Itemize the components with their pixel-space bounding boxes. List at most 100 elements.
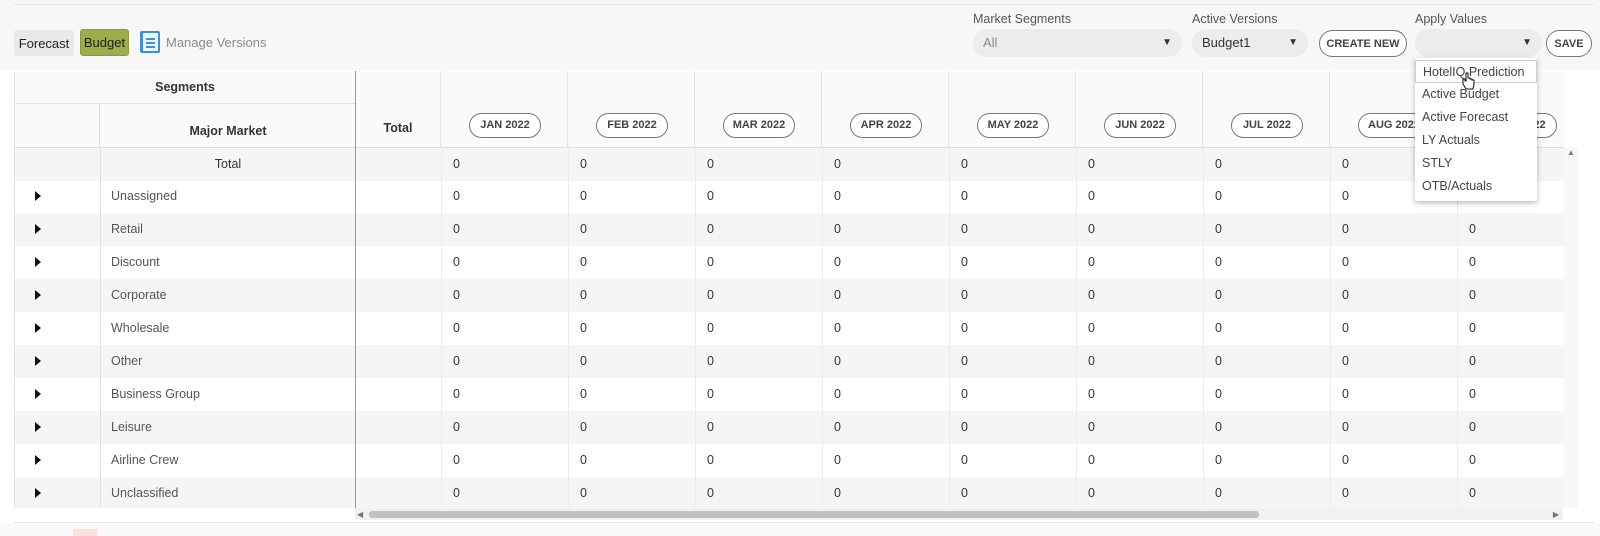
value-cell[interactable]: 0	[1088, 148, 1095, 181]
value-cell[interactable]: 0	[834, 213, 841, 246]
value-cell[interactable]: 0	[1342, 213, 1349, 246]
month-button[interactable]: JUN 2022	[1104, 113, 1176, 138]
value-cell[interactable]: 0	[961, 279, 968, 312]
budget-button[interactable]: Budget	[80, 29, 129, 56]
apply-values-option[interactable]: STLY	[1415, 152, 1537, 175]
value-cell[interactable]: 0	[1215, 246, 1222, 279]
value-cell[interactable]: 0	[707, 279, 714, 312]
create-new-button[interactable]: CREATE NEW	[1319, 30, 1407, 57]
value-cell[interactable]: 0	[834, 477, 841, 508]
value-cell[interactable]: 0	[1215, 180, 1222, 213]
value-cell[interactable]: 0	[1469, 444, 1476, 477]
value-cell[interactable]: 0	[1088, 345, 1095, 378]
value-cell[interactable]: 0	[453, 444, 460, 477]
manage-versions-link[interactable]: Manage Versions	[140, 30, 266, 54]
value-cell[interactable]: 0	[580, 345, 587, 378]
value-cell[interactable]: 0	[453, 180, 460, 213]
value-cell[interactable]: 0	[834, 411, 841, 444]
value-cell[interactable]: 0	[580, 477, 587, 508]
value-cell[interactable]: 0	[580, 246, 587, 279]
value-cell[interactable]: 0	[1342, 180, 1349, 213]
caret-right-icon[interactable]	[35, 356, 41, 366]
value-cell[interactable]: 0	[1088, 180, 1095, 213]
scroll-right-icon[interactable]: ▶	[1553, 510, 1559, 519]
value-cell[interactable]: 0	[961, 148, 968, 181]
value-cell[interactable]: 0	[1215, 477, 1222, 508]
value-cell[interactable]: 0	[1215, 213, 1222, 246]
value-cell[interactable]: 0	[961, 246, 968, 279]
value-cell[interactable]: 0	[961, 411, 968, 444]
value-cell[interactable]: 0	[834, 279, 841, 312]
value-cell[interactable]: 0	[453, 213, 460, 246]
value-cell[interactable]: 0	[1342, 312, 1349, 345]
value-cell[interactable]: 0	[453, 279, 460, 312]
caret-right-icon[interactable]	[35, 323, 41, 333]
value-cell[interactable]: 0	[834, 246, 841, 279]
caret-right-icon[interactable]	[35, 422, 41, 432]
horizontal-scrollbar[interactable]: ◀ ▶	[355, 508, 1563, 520]
value-cell[interactable]: 0	[961, 345, 968, 378]
value-cell[interactable]: 0	[1469, 279, 1476, 312]
value-cell[interactable]: 0	[1342, 345, 1349, 378]
value-cell[interactable]: 0	[707, 246, 714, 279]
value-cell[interactable]: 0	[453, 246, 460, 279]
value-cell[interactable]: 0	[580, 411, 587, 444]
value-cell[interactable]: 0	[1215, 148, 1222, 181]
caret-right-icon[interactable]	[35, 290, 41, 300]
value-cell[interactable]: 0	[1088, 378, 1095, 411]
value-cell[interactable]: 0	[707, 411, 714, 444]
value-cell[interactable]: 0	[580, 213, 587, 246]
apply-values-option[interactable]: HotelIQ Prediction	[1415, 60, 1537, 83]
month-button[interactable]: JUL 2022	[1231, 113, 1303, 138]
scrollbar-thumb[interactable]	[369, 511, 1259, 518]
value-cell[interactable]: 0	[1215, 312, 1222, 345]
month-button[interactable]: MAY 2022	[977, 113, 1049, 138]
value-cell[interactable]: 0	[961, 213, 968, 246]
value-cell[interactable]: 0	[1088, 444, 1095, 477]
value-cell[interactable]: 0	[961, 444, 968, 477]
value-cell[interactable]: 0	[834, 444, 841, 477]
major-market-header[interactable]: Major Market	[101, 104, 355, 148]
apply-values-option[interactable]: LY Actuals	[1415, 129, 1537, 152]
apply-values-select[interactable]: ▼	[1415, 29, 1542, 57]
forecast-button[interactable]: Forecast	[14, 30, 74, 56]
caret-right-icon[interactable]	[35, 224, 41, 234]
value-cell[interactable]: 0	[453, 477, 460, 508]
value-cell[interactable]: 0	[453, 345, 460, 378]
caret-right-icon[interactable]	[35, 257, 41, 267]
scroll-left-icon[interactable]: ◀	[357, 510, 363, 519]
caret-right-icon[interactable]	[35, 488, 41, 498]
value-cell[interactable]: 0	[1469, 312, 1476, 345]
value-cell[interactable]: 0	[580, 312, 587, 345]
value-cell[interactable]: 0	[1342, 411, 1349, 444]
value-cell[interactable]: 0	[1469, 378, 1476, 411]
value-cell[interactable]: 0	[834, 378, 841, 411]
value-cell[interactable]: 0	[1088, 246, 1095, 279]
value-cell[interactable]: 0	[707, 213, 714, 246]
month-button[interactable]: MAR 2022	[723, 113, 795, 138]
value-cell[interactable]: 0	[1469, 246, 1476, 279]
month-button[interactable]: APR 2022	[850, 113, 922, 138]
value-cell[interactable]: 0	[1469, 477, 1476, 508]
value-cell[interactable]: 0	[1088, 279, 1095, 312]
caret-right-icon[interactable]	[35, 455, 41, 465]
value-cell[interactable]: 0	[1088, 477, 1095, 508]
value-cell[interactable]: 0	[1342, 279, 1349, 312]
market-segments-select[interactable]: All ▼	[973, 29, 1182, 57]
save-button[interactable]: SAVE	[1546, 30, 1592, 57]
value-cell[interactable]: 0	[580, 378, 587, 411]
value-cell[interactable]: 0	[707, 180, 714, 213]
value-cell[interactable]: 0	[580, 444, 587, 477]
value-cell[interactable]: 0	[707, 312, 714, 345]
value-cell[interactable]: 0	[1215, 345, 1222, 378]
value-cell[interactable]: 0	[707, 345, 714, 378]
vertical-scrollbar[interactable]: ▲	[1564, 148, 1578, 508]
scroll-up-icon[interactable]: ▲	[1567, 148, 1575, 157]
value-cell[interactable]: 0	[961, 477, 968, 508]
value-cell[interactable]: 0	[1215, 411, 1222, 444]
value-cell[interactable]: 0	[961, 180, 968, 213]
value-cell[interactable]: 0	[580, 148, 587, 181]
value-cell[interactable]: 0	[453, 378, 460, 411]
caret-right-icon[interactable]	[35, 389, 41, 399]
value-cell[interactable]: 0	[453, 312, 460, 345]
